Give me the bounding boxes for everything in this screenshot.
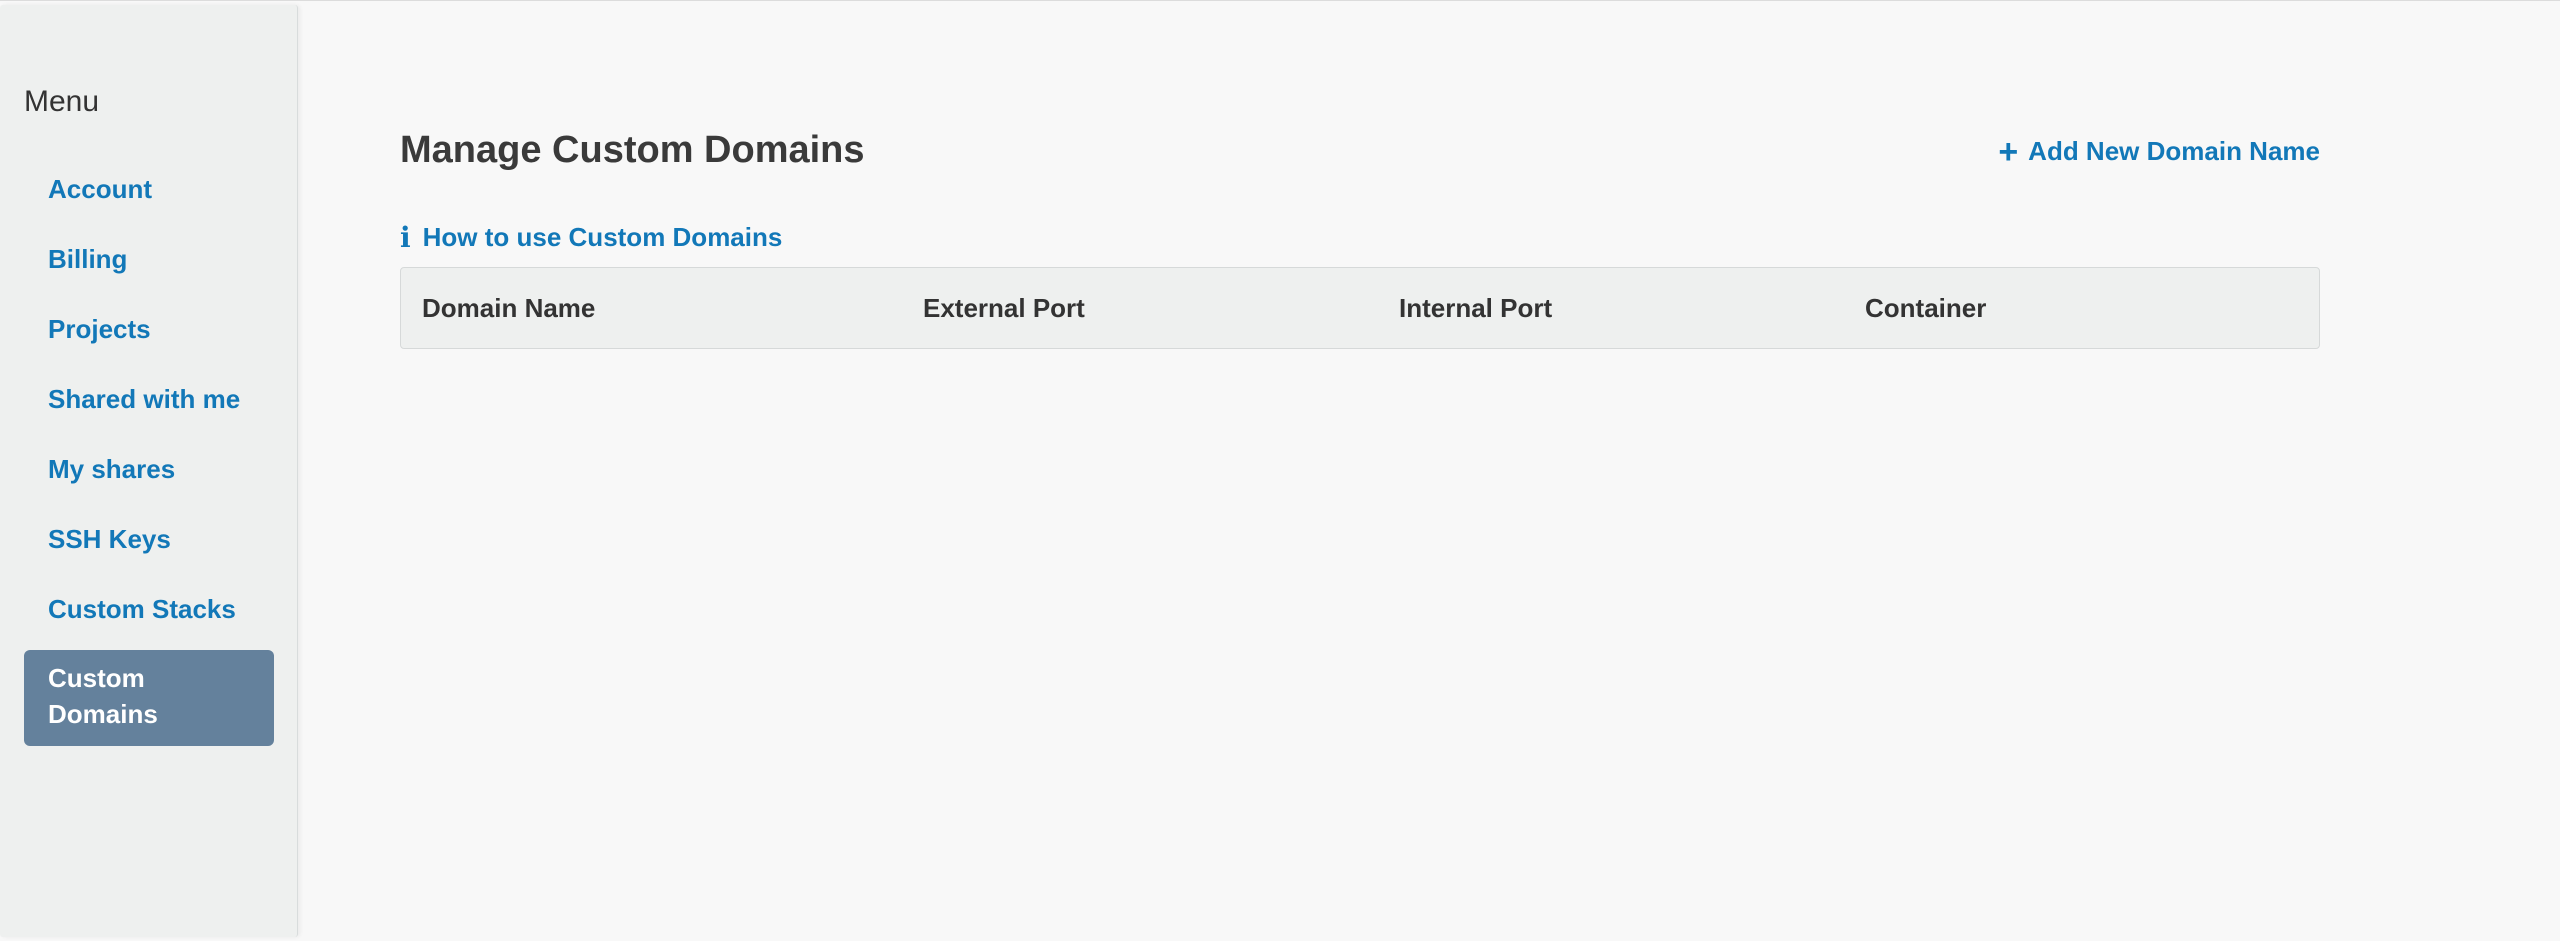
sidebar-item-custom-domains[interactable]: Custom Domains: [24, 650, 274, 746]
page-title: Manage Custom Domains: [400, 129, 865, 171]
column-header-external-port: External Port: [923, 292, 1085, 323]
sidebar-item-my-shares[interactable]: My shares: [24, 440, 274, 510]
sidebar-item-projects[interactable]: Projects: [24, 300, 274, 370]
domains-table: Domain Name External Port Internal Port …: [400, 267, 2320, 349]
sidebar-item-ssh-keys[interactable]: SSH Keys: [24, 510, 274, 580]
plus-icon: +: [1998, 132, 2019, 171]
table-header-row: Domain Name External Port Internal Port …: [401, 268, 2319, 348]
menu-heading: Menu: [24, 85, 100, 118]
column-header-container: Container: [1865, 292, 1987, 323]
sidebar-menu: Account Billing Projects Shared with me …: [24, 160, 274, 746]
sidebar-item-shared-with-me[interactable]: Shared with me: [24, 370, 274, 440]
how-to-use-label: How to use Custom Domains: [422, 222, 783, 252]
column-header-domain-name: Domain Name: [422, 292, 596, 323]
sidebar-item-custom-stacks[interactable]: Custom Stacks: [24, 580, 274, 650]
how-to-use-custom-domains-link[interactable]: i How to use Custom Domains: [400, 221, 782, 254]
main-content: Manage Custom Domains + Add New Domain N…: [400, 1, 2320, 941]
add-new-domain-button[interactable]: + Add New Domain Name: [1998, 132, 2320, 171]
sidebar: Menu Account Billing Projects Shared wit…: [0, 5, 298, 937]
info-icon: i: [400, 221, 411, 254]
sidebar-item-billing[interactable]: Billing: [24, 230, 274, 300]
column-header-internal-port: Internal Port: [1399, 292, 1553, 323]
add-new-domain-label: Add New Domain Name: [2028, 136, 2320, 166]
sidebar-item-account[interactable]: Account: [24, 160, 274, 230]
